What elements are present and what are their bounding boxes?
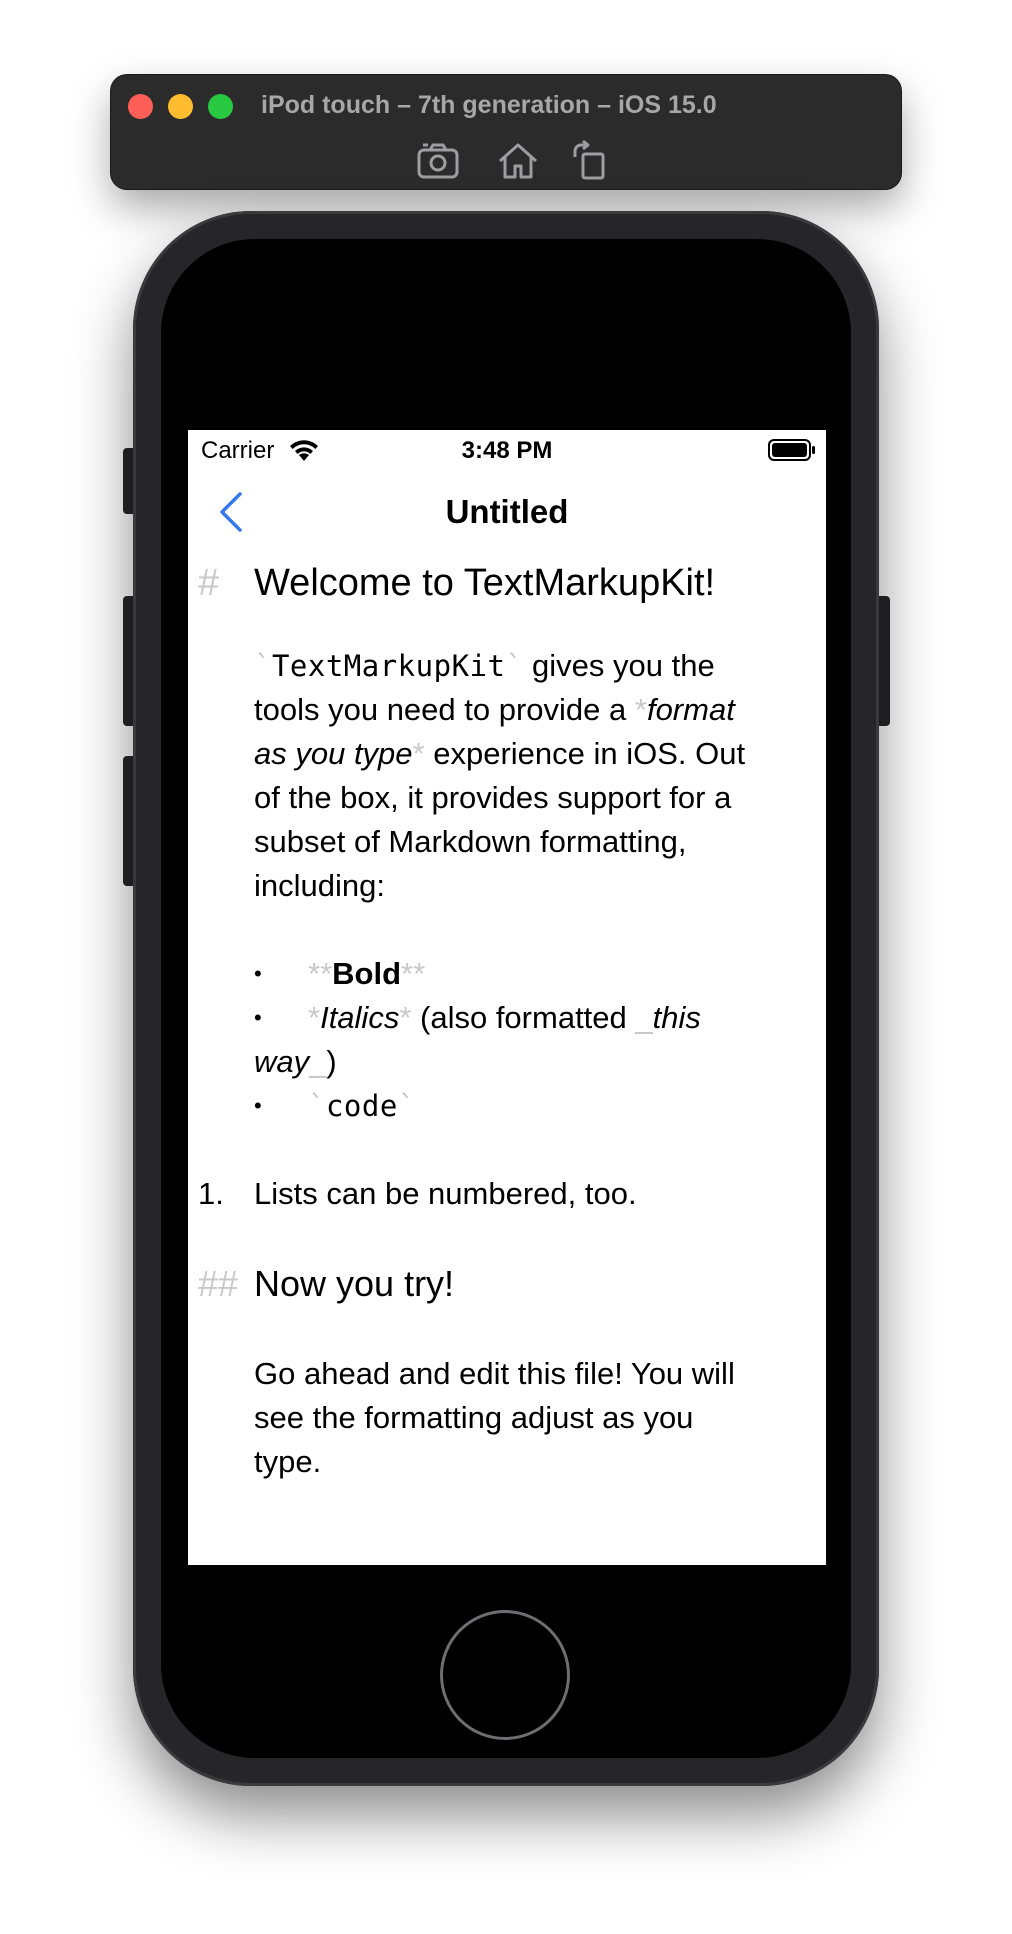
paragraph-line: as you type* experience in iOS. Out — [254, 736, 746, 771]
markdown-editor[interactable]: # Welcome to TextMarkupKit! `TextMarkupK… — [188, 560, 826, 1565]
simulator-title-bar: iPod touch – 7th generation – iOS 15.0 — [111, 75, 901, 189]
screenshot-icon[interactable] — [414, 137, 462, 185]
zoom-window-button[interactable] — [208, 94, 233, 119]
inline-code: TextMarkupKit — [271, 649, 506, 683]
number-marker: 1. — [198, 1176, 224, 1211]
heading-marker: ## — [198, 1263, 239, 1304]
nav-title: Untitled — [445, 493, 569, 530]
bullet-marker: • — [254, 1093, 262, 1118]
list-item-continued: way_) — [254, 1044, 337, 1079]
battery-icon — [768, 438, 816, 462]
home-button[interactable] — [440, 1610, 570, 1740]
home-icon[interactable] — [494, 137, 542, 185]
status-bar: Carrier 3:48 PM — [188, 430, 826, 470]
close-window-button[interactable] — [128, 94, 153, 119]
navigation-bar: Untitled — [188, 470, 826, 560]
heading-1: Welcome to TextMarkupKit! — [254, 562, 716, 604]
paragraph-line: including: — [254, 868, 385, 903]
device-screen: Carrier 3:48 PM Untitled # Welcome to Te… — [188, 430, 826, 1565]
paragraph-line: tools you need to provide a *format — [254, 692, 735, 727]
paragraph-line: subset of Markdown formatting, — [254, 824, 687, 859]
rotate-icon[interactable] — [567, 137, 615, 185]
status-time: 3:48 PM — [461, 437, 553, 464]
paragraph-line: Go ahead and edit this file! You will — [254, 1356, 735, 1391]
bullet-marker: • — [254, 1005, 262, 1030]
list-item: *Italics* (also formatted _this — [308, 1000, 701, 1035]
bullet-marker: • — [254, 961, 262, 986]
heading-marker: # — [198, 562, 220, 604]
list-item: **Bold** — [308, 956, 426, 991]
minimize-window-button[interactable] — [168, 94, 193, 119]
inline-code: code — [325, 1089, 398, 1123]
paragraph-line: see the formatting adjust as you — [254, 1400, 694, 1435]
heading-2: Now you try! — [254, 1263, 455, 1304]
paragraph-line: type. — [254, 1444, 322, 1479]
paragraph-line: of the box, it provides support for a — [254, 780, 732, 815]
simulator-title: iPod touch – 7th generation – iOS 15.0 — [261, 91, 717, 119]
paragraph-line: `TextMarkupKit` gives you the — [254, 648, 715, 683]
list-item: `code` — [308, 1089, 416, 1123]
numbered-item: Lists can be numbered, too. — [254, 1176, 637, 1211]
